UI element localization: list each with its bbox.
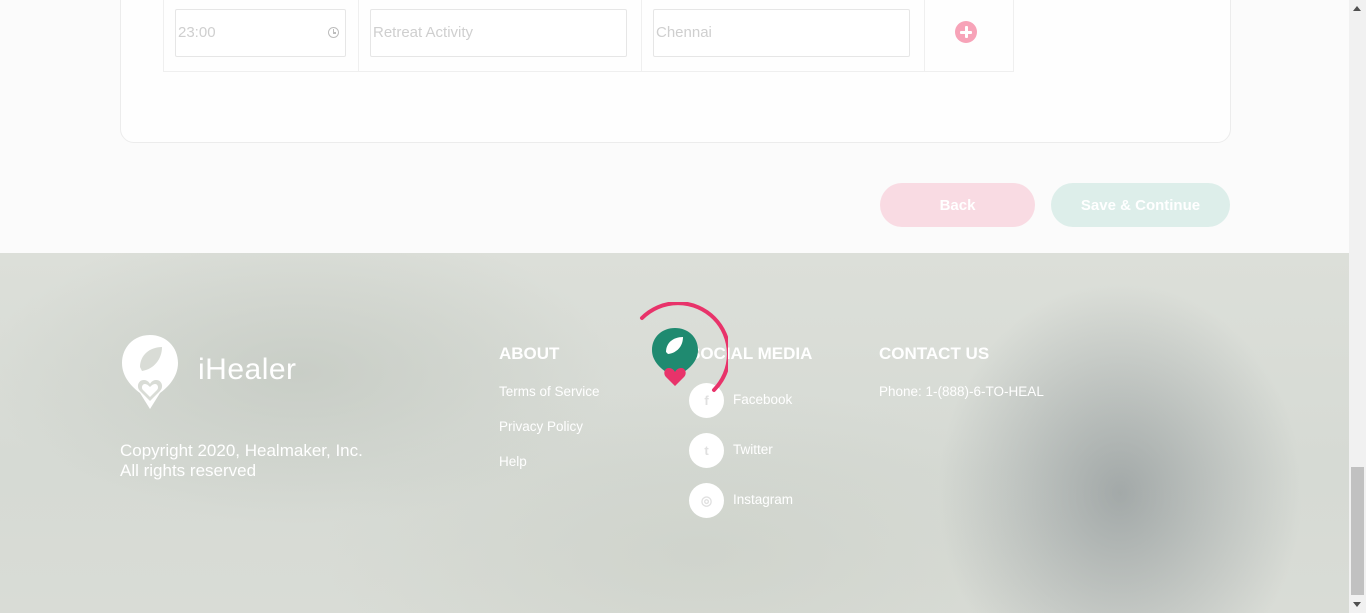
contact-title: CONTACT US — [879, 344, 990, 363]
twitter-icon[interactable]: t — [689, 433, 724, 468]
privacy-link[interactable]: Privacy Policy — [499, 419, 583, 434]
scroll-up-arrow-icon[interactable] — [1349, 0, 1366, 17]
location-value: Chennai — [656, 24, 712, 41]
terms-link[interactable]: Terms of Service — [499, 384, 600, 399]
copyright-line: All rights reserved — [120, 461, 257, 480]
about-title: ABOUT — [499, 344, 560, 363]
cell-divider — [924, 0, 925, 71]
facebook-link[interactable]: Facebook — [733, 392, 792, 407]
loading-spinner-icon — [640, 302, 728, 392]
location-input[interactable]: Chennai — [653, 9, 910, 57]
twitter-link[interactable]: Twitter — [733, 442, 773, 457]
time-value: 23:00 — [178, 24, 216, 41]
time-input[interactable]: 23:00 — [175, 9, 346, 57]
vertical-scrollbar[interactable] — [1349, 0, 1366, 613]
activity-value: Retreat Activity — [373, 24, 474, 41]
cell-divider — [641, 0, 642, 71]
clock-icon[interactable] — [328, 27, 339, 38]
scroll-down-arrow-icon[interactable] — [1349, 596, 1366, 613]
help-link[interactable]: Help — [499, 454, 527, 469]
save-continue-button[interactable]: Save & Continue — [1051, 183, 1230, 227]
back-button[interactable]: Back — [880, 183, 1035, 227]
instagram-icon[interactable]: ◎ — [689, 483, 724, 518]
scrollbar-thumb[interactable] — [1351, 467, 1364, 595]
instagram-link[interactable]: Instagram — [733, 492, 793, 507]
ihealer-logo-icon — [122, 335, 178, 409]
contact-phone: Phone: 1-(888)-6-TO-HEAL — [879, 384, 1044, 399]
page: 23:00 Retreat Activity Chennai Back Save… — [0, 0, 1349, 613]
activity-input[interactable]: Retreat Activity — [370, 9, 627, 57]
cell-divider — [358, 0, 359, 71]
copyright: Copyright 2020, Healmaker, Inc. All righ… — [120, 441, 363, 481]
plus-circle-icon[interactable] — [955, 21, 977, 43]
copyright-line: Copyright 2020, Healmaker, Inc. — [120, 441, 363, 460]
brand-name: iHealer — [198, 353, 297, 386]
content-area: 23:00 Retreat Activity Chennai Back Save… — [0, 0, 1349, 253]
